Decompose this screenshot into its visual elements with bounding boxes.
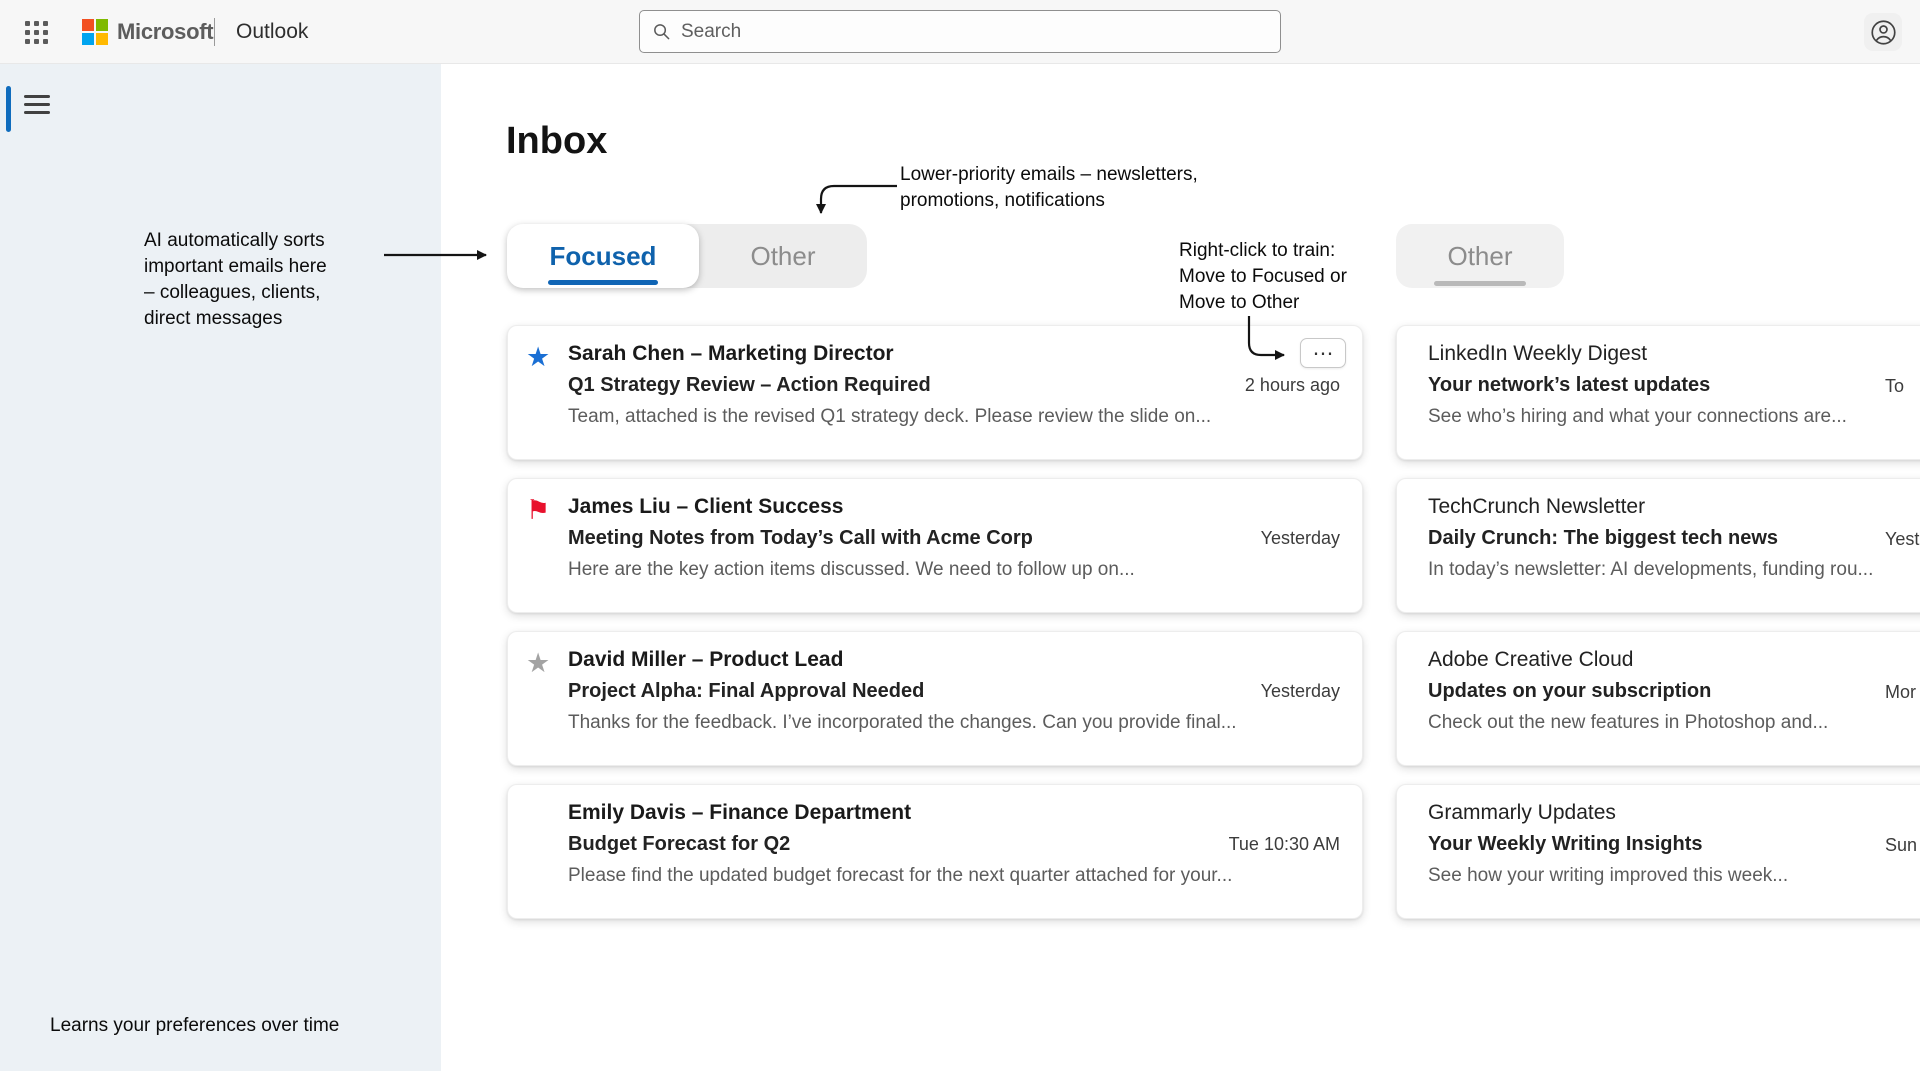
email-row-linkedin[interactable]: LinkedIn Weekly Digest Your network’s la… bbox=[1396, 325, 1920, 460]
active-indicator bbox=[6, 86, 11, 132]
star-icon[interactable]: ★ bbox=[526, 648, 568, 749]
person-icon bbox=[1870, 19, 1897, 46]
annotation-focused-note: AI automatically sorts important emails … bbox=[144, 228, 404, 332]
other-panel-tab[interactable]: Other bbox=[1396, 224, 1564, 288]
email-preview: Check out the new features in Photoshop … bbox=[1428, 712, 1920, 734]
email-preview: Please find the updated budget forecast … bbox=[568, 865, 1340, 887]
tab-focused[interactable]: Focused bbox=[507, 224, 699, 288]
email-sender: David Miller – Product Lead bbox=[568, 648, 843, 671]
menu-toggle-button[interactable] bbox=[24, 94, 56, 120]
email-row-grammarly[interactable]: Grammarly Updates Your Weekly Writing In… bbox=[1396, 784, 1920, 919]
other-panel-tab-label: Other bbox=[1447, 241, 1512, 272]
email-content: Emily Davis – Finance Department Budget … bbox=[568, 801, 1340, 902]
icon-placeholder bbox=[526, 801, 568, 902]
email-time: Yesterday bbox=[1261, 681, 1340, 702]
tab-other-label: Other bbox=[750, 241, 815, 272]
email-subject: Project Alpha: Final Approval Needed bbox=[568, 680, 924, 703]
search-icon bbox=[652, 22, 671, 41]
email-subject: Q1 Strategy Review – Action Required bbox=[568, 374, 931, 397]
microsoft-squares-icon bbox=[82, 19, 108, 45]
email-preview: Team, attached is the revised Q1 strateg… bbox=[568, 406, 1340, 428]
email-time: Sun bbox=[1885, 835, 1917, 856]
email-time: Tue 10:30 AM bbox=[1229, 834, 1340, 855]
email-time: Mor bbox=[1885, 682, 1916, 703]
email-subject: Budget Forecast for Q2 bbox=[568, 833, 790, 856]
email-subject: Meeting Notes from Today’s Call with Acm… bbox=[568, 527, 1033, 550]
other-email-list: LinkedIn Weekly Digest Your network’s la… bbox=[1396, 325, 1920, 937]
email-sender: Emily Davis – Finance Department bbox=[568, 801, 911, 824]
email-preview: Thanks for the feedback. I’ve incorporat… bbox=[568, 712, 1340, 734]
microsoft-logo[interactable]: Microsoft bbox=[82, 0, 213, 64]
other-underline bbox=[1434, 281, 1526, 286]
email-sender: James Liu – Client Success bbox=[568, 495, 843, 518]
email-sender: Adobe Creative Cloud bbox=[1428, 648, 1920, 672]
email-row-david-miller[interactable]: ★ David Miller – Product Lead Project Al… bbox=[507, 631, 1363, 766]
email-subject: Your network’s latest updates bbox=[1428, 374, 1710, 396]
focused-email-list: ★ Sarah Chen – Marketing Director Q1 Str… bbox=[507, 325, 1363, 937]
app-title: Outlook bbox=[236, 0, 308, 64]
email-sender: Sarah Chen – Marketing Director bbox=[568, 342, 894, 365]
inbox-tabs: Focused Other bbox=[507, 224, 867, 288]
app-launcher-button[interactable] bbox=[16, 12, 56, 52]
email-row-adobe[interactable]: Adobe Creative Cloud Updates on your sub… bbox=[1396, 631, 1920, 766]
email-content: David Miller – Product Lead Project Alph… bbox=[568, 648, 1340, 749]
annotation-learning-note: Learns your preferences over time bbox=[50, 1013, 339, 1039]
email-sender: LinkedIn Weekly Digest bbox=[1428, 342, 1920, 366]
annotation-other-note: Lower-priority emails – newsletters, pro… bbox=[900, 162, 1198, 214]
inbox-view: Inbox Focused Other ★ Sarah Chen – Marke… bbox=[441, 64, 1920, 1071]
search-input[interactable] bbox=[681, 21, 1268, 43]
sidebar bbox=[0, 64, 441, 1071]
email-time: To bbox=[1885, 376, 1904, 397]
email-time: Yesterday bbox=[1261, 528, 1340, 549]
email-preview: See how your writing improved this week.… bbox=[1428, 865, 1920, 887]
email-subject: Daily Crunch: The biggest tech news bbox=[1428, 527, 1778, 549]
email-subject: Updates on your subscription bbox=[1428, 680, 1711, 702]
email-time: 2 hours ago bbox=[1245, 375, 1340, 396]
page-title: Inbox bbox=[506, 120, 607, 163]
top-bar: Microsoft Outlook bbox=[0, 0, 1920, 64]
email-subject: Your Weekly Writing Insights bbox=[1428, 833, 1702, 855]
email-row-emily-davis[interactable]: Emily Davis – Finance Department Budget … bbox=[507, 784, 1363, 919]
tab-focused-label: Focused bbox=[550, 241, 657, 272]
email-content: Sarah Chen – Marketing Director Q1 Strat… bbox=[568, 342, 1340, 443]
waffle-icon bbox=[25, 21, 48, 44]
brand-text: Microsoft bbox=[117, 19, 213, 45]
focused-active-underline bbox=[548, 280, 658, 285]
more-options-button[interactable]: ⋯ bbox=[1300, 338, 1346, 368]
email-content: James Liu – Client Success Meeting Notes… bbox=[568, 495, 1340, 596]
search-bar[interactable] bbox=[639, 10, 1281, 53]
email-row-sarah-chen[interactable]: ★ Sarah Chen – Marketing Director Q1 Str… bbox=[507, 325, 1363, 460]
hamburger-icon bbox=[24, 95, 56, 114]
header-divider bbox=[214, 18, 215, 46]
email-preview: Here are the key action items discussed.… bbox=[568, 559, 1340, 581]
star-icon[interactable]: ★ bbox=[526, 342, 568, 443]
email-time: Yest bbox=[1885, 529, 1919, 550]
email-preview: See who’s hiring and what your connectio… bbox=[1428, 406, 1920, 428]
email-row-techcrunch[interactable]: TechCrunch Newsletter Daily Crunch: The … bbox=[1396, 478, 1920, 613]
email-sender: Grammarly Updates bbox=[1428, 801, 1920, 825]
email-preview: In today’s newsletter: AI developments, … bbox=[1428, 559, 1920, 581]
flag-icon[interactable]: ⚑ bbox=[526, 495, 568, 596]
tab-other[interactable]: Other bbox=[699, 224, 867, 288]
email-sender: TechCrunch Newsletter bbox=[1428, 495, 1920, 519]
account-button[interactable] bbox=[1864, 13, 1902, 51]
email-row-james-liu[interactable]: ⚑ James Liu – Client Success Meeting Not… bbox=[507, 478, 1363, 613]
annotation-train-note: Right-click to train: Move to Focused or… bbox=[1179, 238, 1347, 316]
